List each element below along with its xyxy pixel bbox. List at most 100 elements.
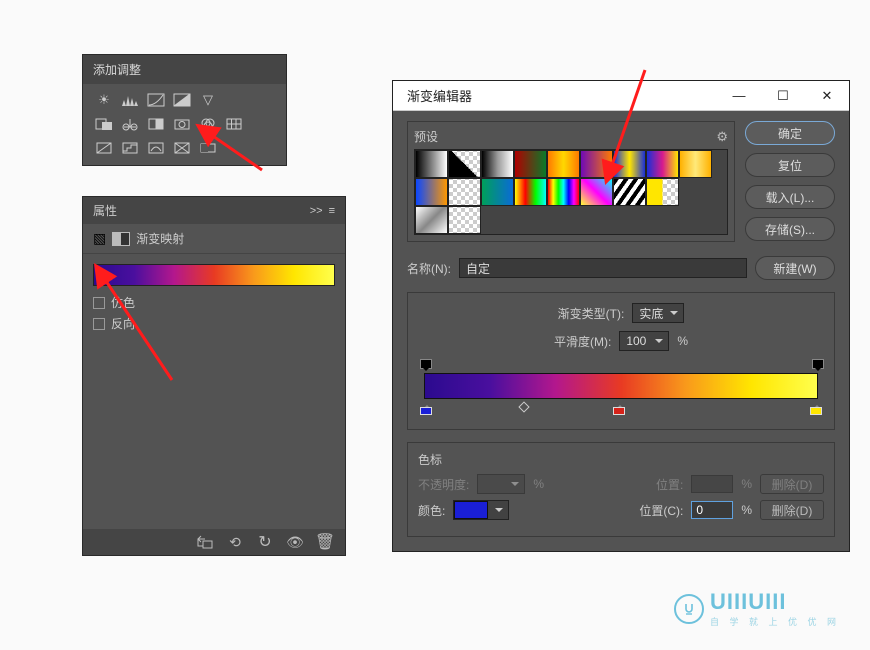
reverse-label: 反向 xyxy=(111,315,135,332)
preset-swatch[interactable] xyxy=(448,178,481,206)
gradient-preview-bar[interactable] xyxy=(93,264,335,286)
channel-mixer-icon[interactable] xyxy=(197,114,219,134)
color-well[interactable] xyxy=(453,500,509,520)
type-select[interactable]: 实底 xyxy=(632,303,684,323)
trash-icon[interactable]: 🗑 xyxy=(315,534,335,550)
minimize-button[interactable]: — xyxy=(717,81,761,111)
mask-icon[interactable] xyxy=(112,232,130,246)
opacity-stop-left[interactable] xyxy=(420,359,430,371)
position-label: 位置: xyxy=(656,476,683,493)
presets-grid xyxy=(414,149,728,235)
opacity-delete-button: 删除(D) xyxy=(760,474,824,494)
opacity-stop-right[interactable] xyxy=(812,359,822,371)
properties-footer: ⟲ ↻ 👁 🗑 xyxy=(83,529,345,555)
preset-swatch[interactable] xyxy=(580,178,613,206)
preset-swatch[interactable] xyxy=(514,150,547,178)
gradient-editor-dialog: 渐变编辑器 — ☐ ✕ 预设 ⚙︎ xyxy=(392,80,850,552)
gradient-map-icon[interactable] xyxy=(197,138,219,158)
gradient-editor-title: 渐变编辑器 xyxy=(407,86,472,105)
brightness-contrast-icon[interactable]: ☀ xyxy=(93,90,115,110)
gradient-edit-track xyxy=(418,359,824,415)
new-button[interactable]: 新建(W) xyxy=(755,256,835,280)
ok-button[interactable]: 确定 xyxy=(745,121,835,145)
selective-color-icon[interactable] xyxy=(171,138,193,158)
opacity-position-input xyxy=(691,475,733,493)
posterize-icon[interactable] xyxy=(119,138,141,158)
preset-swatch[interactable] xyxy=(481,178,514,206)
maximize-button[interactable]: ☐ xyxy=(761,81,805,111)
opacity-label: 不透明度: xyxy=(418,476,469,493)
reverse-checkbox[interactable] xyxy=(93,318,105,330)
preset-swatch[interactable] xyxy=(481,150,514,178)
preset-swatch[interactable] xyxy=(415,150,448,178)
dither-checkbox[interactable] xyxy=(93,297,105,309)
color-stop-1[interactable] xyxy=(420,401,432,415)
preset-swatch[interactable] xyxy=(415,178,448,206)
type-label: 渐变类型(T): xyxy=(558,305,625,322)
watermark-logo: UIIIUIII 自 学 就 上 优 优 网 xyxy=(674,589,840,628)
adjustments-grid: ☀ ▽ xyxy=(83,84,286,164)
color-position-input[interactable] xyxy=(691,501,733,519)
logo-text: UIIIUIII xyxy=(710,589,786,614)
smooth-input[interactable]: 100 xyxy=(619,331,669,351)
preset-swatch[interactable] xyxy=(547,178,580,206)
adjustments-panel: 添加调整 ☀ ▽ xyxy=(82,54,287,166)
preset-swatch[interactable] xyxy=(580,150,613,178)
save-button[interactable]: 存储(S)... xyxy=(745,217,835,241)
opacity-input xyxy=(477,474,525,494)
reset-button[interactable]: 复位 xyxy=(745,153,835,177)
preset-swatch[interactable] xyxy=(448,206,481,234)
invert-icon[interactable] xyxy=(93,138,115,158)
visibility-icon[interactable]: 👁 xyxy=(285,534,305,550)
opacity-pct: % xyxy=(533,477,544,491)
preset-swatch[interactable] xyxy=(646,178,679,206)
close-button[interactable]: ✕ xyxy=(805,81,849,111)
color-delete-button[interactable]: 删除(D) xyxy=(760,500,824,520)
gradient-map-thumb-icon: ▧ xyxy=(93,230,106,247)
name-input[interactable] xyxy=(459,258,747,278)
curves-icon[interactable] xyxy=(145,90,167,110)
photo-filter-icon[interactable] xyxy=(171,114,193,134)
color-stop-3[interactable] xyxy=(810,401,822,415)
exposure-icon[interactable] xyxy=(171,90,193,110)
load-button[interactable]: 载入(L)... xyxy=(745,185,835,209)
preset-swatch[interactable] xyxy=(646,150,679,178)
logo-subtext: 自 学 就 上 优 优 网 xyxy=(710,615,840,628)
gradient-type-group: 渐变类型(T): 实底 平滑度(M): 100 % xyxy=(407,292,835,430)
presets-section: 预设 ⚙︎ xyxy=(407,121,735,242)
smooth-label: 平滑度(M): xyxy=(554,333,611,350)
clip-to-layer-icon[interactable] xyxy=(195,534,215,550)
preset-swatch[interactable] xyxy=(448,150,481,178)
black-white-icon[interactable] xyxy=(145,114,167,134)
smooth-pct: % xyxy=(677,334,688,348)
midpoint-1[interactable] xyxy=(518,401,529,412)
gradient-edit-bar[interactable] xyxy=(424,373,818,399)
preset-swatch[interactable] xyxy=(613,150,646,178)
threshold-icon[interactable] xyxy=(145,138,167,158)
vibrance-icon[interactable]: ▽ xyxy=(197,90,219,110)
reset-icon[interactable]: ↻ xyxy=(255,534,275,550)
levels-icon[interactable] xyxy=(119,90,141,110)
stops-label: 色标 xyxy=(418,451,824,468)
color-label: 颜色: xyxy=(418,502,445,519)
presets-gear-icon[interactable]: ⚙︎ xyxy=(716,129,728,145)
preset-swatch[interactable] xyxy=(547,150,580,178)
color-balance-icon[interactable] xyxy=(119,114,141,134)
panel-menu-icon[interactable]: ≡ xyxy=(329,205,335,217)
color-lookup-icon[interactable] xyxy=(223,114,245,134)
preset-swatch[interactable] xyxy=(613,178,646,206)
bulb-icon xyxy=(674,594,704,624)
hue-sat-icon[interactable] xyxy=(93,114,115,134)
gradient-editor-buttons: 确定 复位 载入(L)... 存储(S)... xyxy=(745,121,835,242)
properties-header: 属性 >> ≡ xyxy=(83,197,345,224)
properties-subtitle: 渐变映射 xyxy=(136,230,184,247)
collapse-button[interactable]: >> xyxy=(310,205,323,217)
gradient-editor-titlebar[interactable]: 渐变编辑器 — ☐ ✕ xyxy=(393,81,849,111)
stops-group: 色标 不透明度: % 位置: % 删除(D) 颜色: 位置(C): % 删除(D… xyxy=(407,442,835,537)
view-previous-icon[interactable]: ⟲ xyxy=(225,534,245,550)
preset-swatch[interactable] xyxy=(514,178,547,206)
color-stop-2[interactable] xyxy=(613,401,625,415)
preset-swatch[interactable] xyxy=(679,150,712,178)
preset-swatch[interactable] xyxy=(415,206,448,234)
adjustments-title: 添加调整 xyxy=(83,55,286,84)
